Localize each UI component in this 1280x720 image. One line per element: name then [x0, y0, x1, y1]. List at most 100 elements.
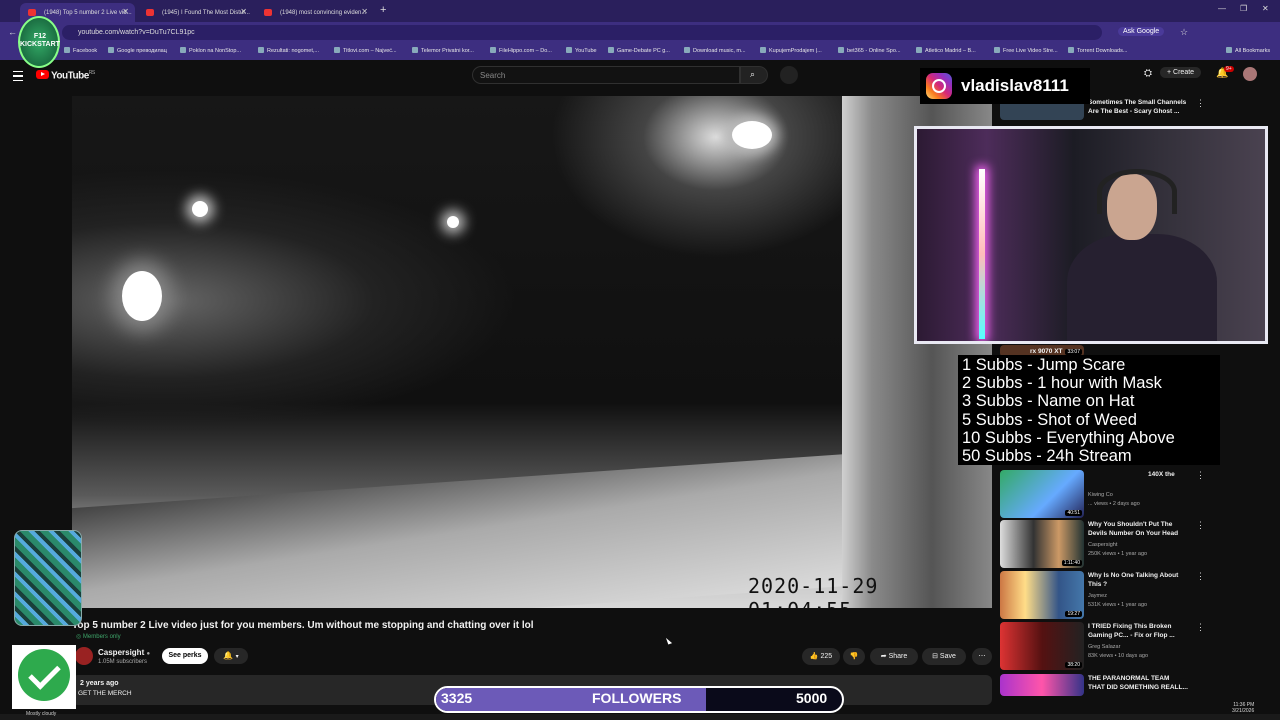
- bookmark-star-icon[interactable]: ☆: [1180, 27, 1188, 38]
- street-lamp: [732, 121, 772, 149]
- recommended-title: THE PARANORMAL TEAM THAT DID SOMETHING R…: [1088, 675, 1188, 691]
- recommended-channel: Greg Salazar: [1088, 644, 1121, 650]
- close-tab-icon[interactable]: ✕: [122, 7, 129, 16]
- all-bookmarks[interactable]: All Bookmarks: [1226, 47, 1270, 54]
- sub-goal: 5 Subbs - Shot of Weed: [962, 411, 1137, 429]
- weather-widget[interactable]: Mostly cloudy: [26, 711, 56, 717]
- video-thumbnail: 1:11:40: [1000, 520, 1084, 568]
- voice-search-icon[interactable]: [780, 66, 798, 84]
- new-tab-icon[interactable]: +: [380, 4, 386, 16]
- system-clock[interactable]: 11:36 PM 3/21/2026: [1232, 702, 1254, 714]
- recommended-views: 83K views • 10 days ago: [1088, 653, 1149, 659]
- bookmark-item[interactable]: Torrent Downloads...: [1068, 47, 1127, 54]
- sub-goal: 2 Subbs - 1 hour with Mask: [962, 374, 1162, 392]
- sub-goal: 10 Subbs - Everything Above: [962, 429, 1175, 447]
- cast-icon[interactable]: ⛭: [1144, 68, 1152, 79]
- bookmark-item[interactable]: Telemor Privatni kor...: [412, 47, 474, 54]
- bookmark-item[interactable]: FileHippo.com – Do...: [490, 47, 552, 54]
- dislike-button[interactable]: 👎: [843, 648, 865, 665]
- close-tab-icon[interactable]: ✕: [361, 7, 368, 16]
- share-icon: ➦: [880, 653, 887, 660]
- browser-tab[interactable]: (1945) I Found The Most Distur... ✕: [138, 3, 253, 22]
- verified-check-overlay: [12, 645, 76, 709]
- video-thumbnail: 40:51: [1000, 470, 1084, 518]
- recommended-title: Sometimes The Small Channels Are The Bes…: [1088, 99, 1187, 115]
- youtube-favicon-icon: [28, 9, 36, 16]
- video-player[interactable]: 2020-11-29 01:04:55: [72, 96, 992, 608]
- followers-goal: 5000: [796, 690, 828, 706]
- bookmark-item[interactable]: Titlovi.com – Najveć...: [334, 47, 397, 54]
- search-input[interactable]: Search: [472, 66, 740, 84]
- url-field[interactable]: youtube.com/watch?v=DuTu7CL91pc: [62, 25, 1102, 40]
- more-vert-icon[interactable]: ⋮: [1196, 520, 1205, 531]
- bookmark-item[interactable]: Poklon na NonStop...: [180, 47, 241, 54]
- check-icon: [18, 649, 70, 701]
- sub-goal: 1 Subbs - Jump Scare: [962, 356, 1126, 374]
- youtube-logo-text[interactable]: YouTubeRS: [51, 70, 95, 81]
- thumbs-down-icon: 👎: [849, 653, 859, 660]
- like-button[interactable]: 👍 225: [802, 648, 840, 665]
- subscriber-count: 1.05M subscribers: [98, 659, 148, 665]
- minimize-icon[interactable]: —: [1218, 4, 1226, 13]
- bookmark-item[interactable]: Atletico Madrid – B...: [916, 47, 976, 54]
- followers-label: FOLLOWERS: [592, 690, 682, 706]
- search-icon: ⌕: [750, 69, 756, 79]
- hamburger-menu-icon[interactable]: [13, 71, 23, 81]
- more-vert-icon[interactable]: ⋮: [1196, 470, 1205, 481]
- verified-icon: ●: [146, 651, 151, 657]
- video-thumbnail: [1000, 674, 1084, 696]
- youtube-logo-icon[interactable]: [36, 70, 49, 79]
- f12-kickstart-logo: F12 KICKSTART: [18, 16, 60, 68]
- bookmark-item[interactable]: Google преводилац: [108, 47, 167, 54]
- bookmark-item[interactable]: Download music, m...: [684, 47, 746, 54]
- recommended-views: 250K views • 1 year ago: [1088, 551, 1148, 557]
- recommended-title: Why You Shouldn't Put The Devils Number …: [1088, 521, 1179, 537]
- ask-google-button[interactable]: Ask Google: [1118, 27, 1165, 36]
- notification-bell-button[interactable]: 🔔 ▾: [214, 648, 248, 664]
- bookmark-icon: ⊟: [932, 653, 938, 660]
- streamer-webcam: [914, 126, 1268, 344]
- maximize-icon[interactable]: ❐: [1240, 4, 1247, 13]
- bookmark-item[interactable]: YouTube: [566, 47, 597, 54]
- bookmark-item[interactable]: Facebook: [64, 47, 97, 54]
- bookmark-item[interactable]: Game-Debate PC g...: [608, 47, 670, 54]
- search-button[interactable]: ⌕: [740, 66, 768, 84]
- channel-name[interactable]: Caspersight ●: [98, 648, 150, 657]
- close-window-icon[interactable]: ✕: [1262, 4, 1269, 13]
- video-thumbnail: 38:20: [1000, 622, 1084, 670]
- youtube-favicon-icon: [146, 9, 154, 16]
- account-avatar[interactable]: [1243, 67, 1257, 81]
- bookmark-item[interactable]: Free Live Video Stre...: [994, 47, 1058, 54]
- instagram-handle: vladislav8111: [961, 76, 1069, 95]
- more-vert-icon[interactable]: ⋮: [1196, 622, 1205, 633]
- more-vert-icon[interactable]: ⋮: [1196, 571, 1205, 582]
- see-perks-button[interactable]: See perks: [162, 648, 208, 664]
- tab-title: (1948) most convincing eviden...: [280, 9, 367, 16]
- share-button[interactable]: ➦ Share: [870, 648, 918, 665]
- energy-drink-can: [14, 530, 82, 626]
- more-actions-button[interactable]: ⋯: [972, 648, 992, 665]
- close-tab-icon[interactable]: ✕: [240, 7, 247, 16]
- street-lamp: [192, 201, 208, 217]
- recommended-views: ... views • 2 days ago: [1088, 501, 1140, 507]
- duration-badge: 1:11:40: [1061, 560, 1082, 566]
- tab-title: (1948) Top 5 number 2 Live vid...: [44, 9, 132, 16]
- create-button[interactable]: + Create: [1160, 67, 1202, 78]
- channel-avatar[interactable]: [75, 647, 93, 665]
- youtube-favicon-icon: [264, 9, 272, 16]
- browser-tab[interactable]: (1948) most convincing eviden... ✕: [256, 3, 374, 22]
- more-icon: ⋯: [978, 653, 986, 660]
- notification-count-badge: 9+: [1224, 66, 1234, 72]
- bookmark-item[interactable]: bet365 - Online Spo...: [838, 47, 901, 54]
- duration-badge: 40:51: [1065, 510, 1082, 516]
- more-vert-icon[interactable]: ⋮: [1196, 98, 1205, 109]
- recommended-title: I TRIED Fixing This Broken Gaming PC... …: [1088, 623, 1175, 639]
- chevron-down-icon: ▾: [235, 654, 239, 660]
- bookmark-item[interactable]: Rezultati: nogomet,...: [258, 47, 319, 54]
- save-button[interactable]: ⊟ Save: [922, 648, 966, 665]
- recommended-channel: Jaymez: [1088, 593, 1107, 599]
- tab-title: (1945) I Found The Most Distur...: [162, 9, 250, 16]
- back-icon[interactable]: ←: [8, 27, 17, 37]
- description-text: GET THE MERCH: [78, 690, 132, 697]
- bookmark-item[interactable]: KupujemProdajem |...: [760, 47, 822, 54]
